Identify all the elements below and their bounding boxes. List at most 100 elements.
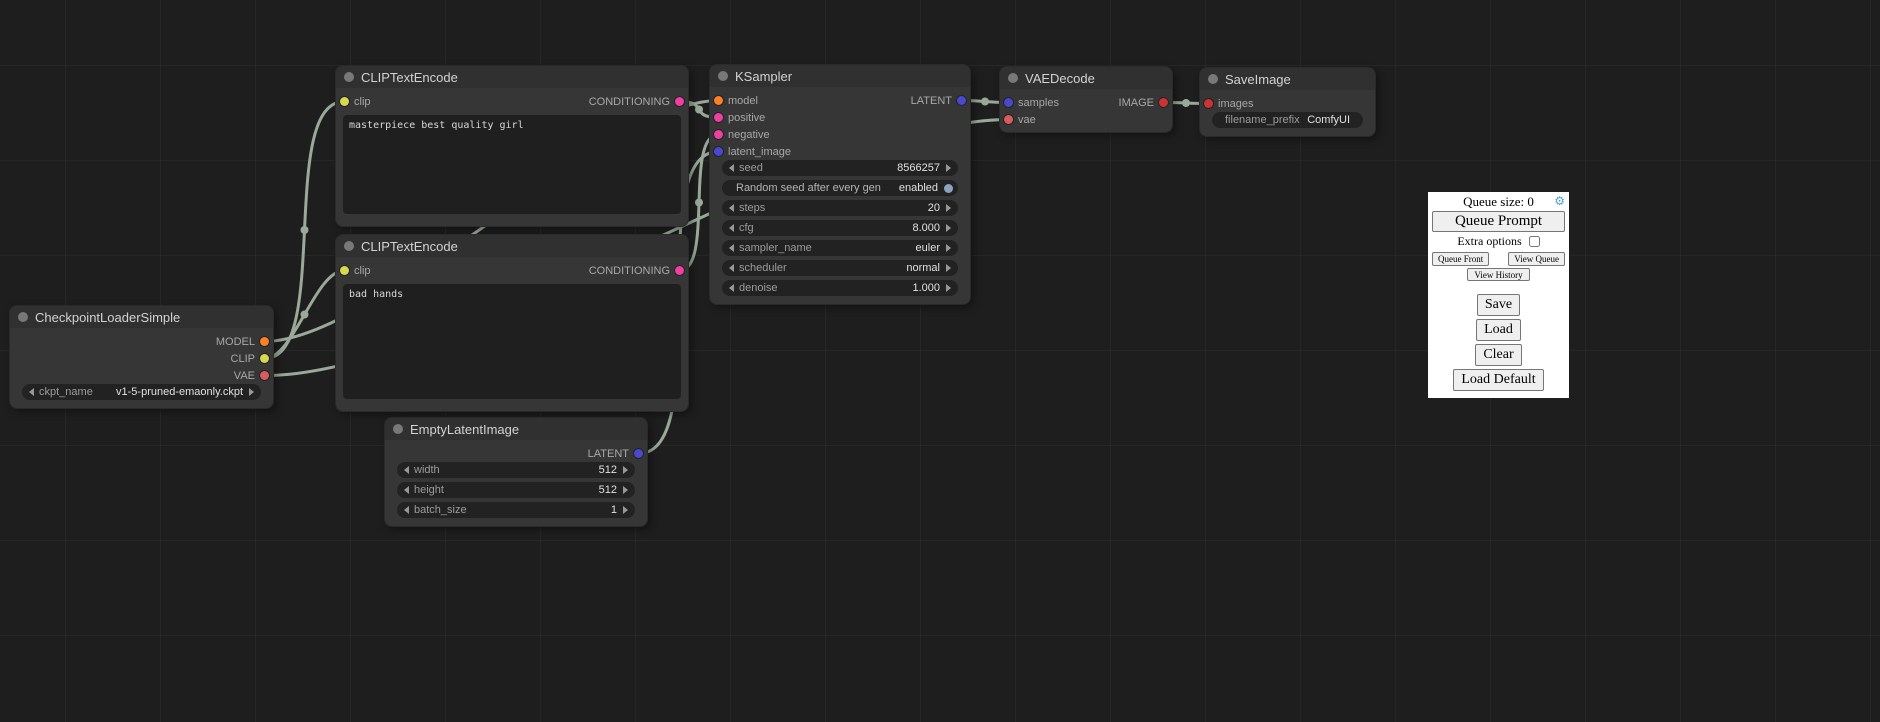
latent-output-slot[interactable] xyxy=(957,96,966,105)
collapse-dot-icon[interactable] xyxy=(1008,73,1018,83)
node-title-bar[interactable]: CLIPTextEncode xyxy=(336,66,688,88)
model-input-slot[interactable] xyxy=(714,96,723,105)
decrement-arrow-icon[interactable] xyxy=(404,506,409,514)
wire-clip-to-negative xyxy=(265,271,345,359)
queue-prompt-button[interactable]: Queue Prompt xyxy=(1432,211,1565,232)
widget-scheduler[interactable]: scheduler normal xyxy=(722,260,958,276)
node-title-bar[interactable]: SaveImage xyxy=(1200,68,1375,90)
node-title-bar[interactable]: VAEDecode xyxy=(1000,67,1172,89)
decrement-arrow-icon[interactable] xyxy=(729,284,734,292)
collapse-dot-icon[interactable] xyxy=(18,312,28,322)
decrement-arrow-icon[interactable] xyxy=(729,164,734,172)
widget-label: steps xyxy=(739,202,765,214)
collapse-dot-icon[interactable] xyxy=(393,424,403,434)
view-history-button[interactable]: View History xyxy=(1467,268,1529,281)
widget-value: euler xyxy=(916,242,940,254)
decrement-arrow-icon[interactable] xyxy=(729,264,734,272)
increment-arrow-icon[interactable] xyxy=(623,466,628,474)
node-ksampler[interactable]: KSampler model LATENT positive negative … xyxy=(710,65,970,304)
node-title: CLIPTextEncode xyxy=(361,239,458,254)
collapse-dot-icon[interactable] xyxy=(344,72,354,82)
increment-arrow-icon[interactable] xyxy=(946,164,951,172)
widget-batch-size[interactable]: batch_size 1 xyxy=(397,502,635,518)
latent-image-input-slot[interactable] xyxy=(714,147,723,156)
collapse-dot-icon[interactable] xyxy=(1208,74,1218,84)
decrement-arrow-icon[interactable] xyxy=(29,388,34,396)
image-output-slot[interactable] xyxy=(1159,98,1168,107)
save-button[interactable]: Save xyxy=(1477,294,1520,316)
latent-output-slot[interactable] xyxy=(634,449,643,458)
node-clip-text-encode-positive[interactable]: CLIPTextEncode clip CONDITIONING masterp… xyxy=(336,66,688,226)
widget-height[interactable]: height 512 xyxy=(397,482,635,498)
increment-arrow-icon[interactable] xyxy=(623,486,628,494)
extra-options-checkbox[interactable] xyxy=(1529,236,1540,247)
widget-seed[interactable]: seed 8566257 xyxy=(722,160,958,176)
increment-arrow-icon[interactable] xyxy=(946,244,951,252)
view-queue-button[interactable]: View Queue xyxy=(1508,252,1565,266)
clip-input-slot[interactable] xyxy=(340,266,349,275)
node-checkpoint-loader[interactable]: CheckpointLoaderSimple MODEL CLIP VAE ck… xyxy=(10,306,273,408)
vae-input-slot[interactable] xyxy=(1004,115,1013,124)
decrement-arrow-icon[interactable] xyxy=(729,204,734,212)
widget-label: scheduler xyxy=(739,262,787,274)
widget-value: v1-5-pruned-emaonly.ckpt xyxy=(116,386,243,398)
conditioning-output-slot[interactable] xyxy=(675,266,684,275)
node-title: CLIPTextEncode xyxy=(361,70,458,85)
increment-arrow-icon[interactable] xyxy=(946,224,951,232)
clip-input-slot[interactable] xyxy=(340,97,349,106)
menu-header: Queue size: 0 ⚙ xyxy=(1428,194,1569,209)
decrement-arrow-icon[interactable] xyxy=(729,244,734,252)
widget-label: batch_size xyxy=(414,504,467,516)
node-body: LATENT width 512 height 512 batch_size 1 xyxy=(385,440,647,526)
widget-width[interactable]: width 512 xyxy=(397,462,635,478)
increment-arrow-icon[interactable] xyxy=(623,506,628,514)
decrement-arrow-icon[interactable] xyxy=(729,224,734,232)
decrement-arrow-icon[interactable] xyxy=(404,466,409,474)
node-title-bar[interactable]: CheckpointLoaderSimple xyxy=(10,306,273,328)
load-default-button[interactable]: Load Default xyxy=(1453,369,1543,391)
output-slot-label: IMAGE xyxy=(1119,97,1154,109)
input-slot-label: clip xyxy=(354,96,371,108)
increment-arrow-icon[interactable] xyxy=(946,284,951,292)
node-title-bar[interactable]: CLIPTextEncode xyxy=(336,235,688,257)
widget-value: 1 xyxy=(611,504,617,516)
negative-input-slot[interactable] xyxy=(714,130,723,139)
collapse-dot-icon[interactable] xyxy=(718,71,728,81)
decrement-arrow-icon[interactable] xyxy=(404,486,409,494)
conditioning-output-slot[interactable] xyxy=(675,97,684,106)
increment-arrow-icon[interactable] xyxy=(946,204,951,212)
clip-output-slot[interactable] xyxy=(260,354,269,363)
widget-cfg[interactable]: cfg 8.000 xyxy=(722,220,958,236)
settings-gear-icon[interactable]: ⚙ xyxy=(1554,195,1565,207)
positive-input-slot[interactable] xyxy=(714,113,723,122)
samples-input-slot[interactable] xyxy=(1004,98,1013,107)
node-vae-decode[interactable]: VAEDecode samples IMAGE vae xyxy=(1000,67,1172,132)
queue-front-button[interactable]: Queue Front xyxy=(1432,252,1489,266)
model-output-slot[interactable] xyxy=(260,337,269,346)
widget-filename-prefix[interactable]: filename_prefix ComfyUI xyxy=(1212,112,1363,128)
increment-arrow-icon[interactable] xyxy=(946,264,951,272)
node-graph-canvas[interactable]: CheckpointLoaderSimple MODEL CLIP VAE ck… xyxy=(0,0,1880,722)
images-input-slot[interactable] xyxy=(1204,99,1213,108)
node-empty-latent-image[interactable]: EmptyLatentImage LATENT width 512 height… xyxy=(385,418,647,526)
negative-prompt-textarea[interactable]: bad hands xyxy=(343,284,681,399)
increment-arrow-icon[interactable] xyxy=(249,388,254,396)
widget-random-seed-toggle[interactable]: Random seed after every gen enabled xyxy=(722,180,958,196)
vae-output-slot[interactable] xyxy=(260,371,269,380)
node-clip-text-encode-negative[interactable]: CLIPTextEncode clip CONDITIONING bad han… xyxy=(336,235,688,411)
node-save-image[interactable]: SaveImage images filename_prefix ComfyUI xyxy=(1200,68,1375,136)
toggle-on-icon[interactable] xyxy=(944,184,953,193)
widget-steps[interactable]: steps 20 xyxy=(722,200,958,216)
clear-button[interactable]: Clear xyxy=(1475,344,1521,366)
node-title-bar[interactable]: EmptyLatentImage xyxy=(385,418,647,440)
output-slot-label: MODEL xyxy=(216,336,255,348)
queue-size-label: Queue size: 0 xyxy=(1463,194,1534,209)
node-body: clip CONDITIONING bad hands xyxy=(336,257,688,411)
widget-denoise[interactable]: denoise 1.000 xyxy=(722,280,958,296)
node-title-bar[interactable]: KSampler xyxy=(710,65,970,87)
load-button[interactable]: Load xyxy=(1476,319,1521,341)
widget-sampler-name[interactable]: sampler_name euler xyxy=(722,240,958,256)
collapse-dot-icon[interactable] xyxy=(344,241,354,251)
widget-ckpt-name[interactable]: ckpt_name v1-5-pruned-emaonly.ckpt xyxy=(22,384,261,400)
positive-prompt-textarea[interactable]: masterpiece best quality girl xyxy=(343,115,681,214)
